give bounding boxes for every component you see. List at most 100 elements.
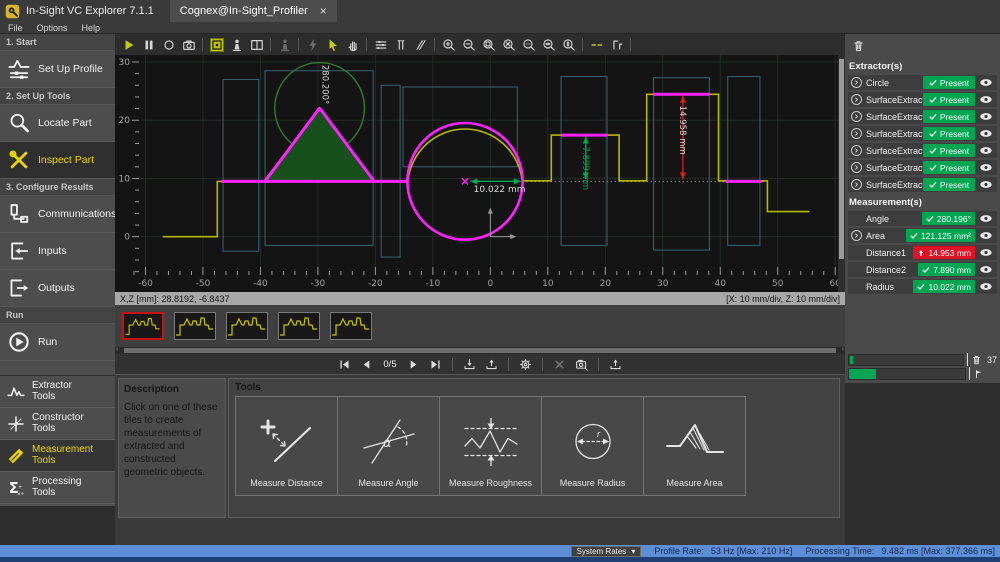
zoom-actual-button[interactable] [519, 36, 538, 54]
graph-levels-button[interactable] [371, 36, 390, 54]
expand-chevron-icon[interactable] [851, 162, 862, 173]
filmstrip-thumbnail[interactable] [278, 312, 320, 340]
filmstrip-scrollbar[interactable]: ‹ › [115, 347, 845, 354]
filmstrip-thumbnail[interactable] [174, 312, 216, 340]
pause-button[interactable] [139, 36, 158, 54]
eye-icon[interactable] [979, 146, 995, 155]
extractor-row[interactable]: SurfaceExtractor2Present [848, 177, 997, 192]
scroll-right-icon[interactable]: › [842, 346, 844, 353]
statue-gray-button[interactable] [275, 36, 294, 54]
document-tab[interactable]: Cognex@In-Sight_Profiler × [170, 0, 337, 22]
gear-button[interactable] [517, 356, 534, 372]
tray-up-button[interactable] [483, 356, 500, 372]
buffer-flag-icon[interactable] [973, 368, 986, 380]
measurement-row[interactable]: Area121.125 mm² [848, 228, 997, 243]
eye-icon[interactable] [979, 265, 995, 274]
buffer-trash-icon[interactable] [971, 354, 984, 366]
zoom-fit-button[interactable] [499, 36, 518, 54]
zoom-out-button[interactable] [459, 36, 478, 54]
tool-tile-measure-area[interactable]: Measure Area [643, 396, 746, 496]
sidebar-item-outputs[interactable]: Outputs [0, 270, 115, 307]
skip-end-button[interactable] [427, 356, 444, 372]
vscroll-thumb[interactable] [839, 59, 844, 259]
palette-item-extractor-tools[interactable]: Extractor Tools [0, 376, 115, 408]
tab-close-icon[interactable]: × [320, 4, 327, 18]
extractor-row[interactable]: SurfaceExtractor_...Present [848, 109, 997, 124]
tool-tile-measure-roughness[interactable]: Measure Roughness [439, 396, 542, 496]
expand-chevron-icon[interactable] [851, 111, 862, 122]
tray-up-button[interactable] [607, 356, 624, 372]
skip-start-button[interactable] [336, 356, 353, 372]
skew-lines-button[interactable] [411, 36, 430, 54]
eye-icon[interactable] [979, 163, 995, 172]
delete-trash-icon[interactable] [849, 38, 867, 56]
expand-chevron-icon[interactable] [851, 230, 862, 241]
eye-icon[interactable] [979, 248, 995, 257]
play-button[interactable] [119, 36, 138, 54]
expand-chevron-icon[interactable] [851, 145, 862, 156]
step-forward-button[interactable] [405, 356, 422, 372]
compare-bars-button[interactable] [391, 36, 410, 54]
select-arrow-button[interactable] [323, 36, 342, 54]
buffer-track-1[interactable] [848, 354, 964, 366]
extractor-row[interactable]: SurfaceExtractor1_...Present [848, 160, 997, 175]
measurement-row[interactable]: Angle280.196° [848, 211, 997, 226]
extractor-row[interactable]: SurfaceExtractorPresent [848, 92, 997, 107]
tray-down-button[interactable] [461, 356, 478, 372]
trigger-button[interactable] [303, 36, 322, 54]
filmstrip-thumbnail[interactable] [330, 312, 372, 340]
expand-chevron-icon[interactable] [851, 94, 862, 105]
expand-chevron-icon[interactable] [851, 77, 862, 88]
sidebar-item-locate-part[interactable]: Locate Part [0, 105, 115, 142]
profile-chart[interactable]: 10.022 mm7.899 mm14.958 mm280.200°-60-50… [115, 55, 845, 292]
zoom-selection-button[interactable] [479, 36, 498, 54]
angle-measure-button[interactable] [607, 36, 626, 54]
record-circle-button[interactable] [159, 36, 178, 54]
live-sensor-button[interactable] [207, 36, 226, 54]
menu-file[interactable]: File [8, 23, 23, 33]
zoom-width-button[interactable] [539, 36, 558, 54]
pan-hand-button[interactable] [343, 36, 362, 54]
measurement-row[interactable]: Distance114.953 mm [848, 245, 997, 260]
statue-button[interactable] [227, 36, 246, 54]
ruler-dashes-button[interactable] [587, 36, 606, 54]
tool-tile-measure-distance[interactable]: Measure Distance [235, 396, 338, 496]
eye-icon[interactable] [979, 282, 995, 291]
sidebar-item-inspect-part[interactable]: Inspect Part [0, 142, 115, 179]
sidebar-item-run[interactable]: Run [0, 324, 115, 361]
eye-icon[interactable] [979, 129, 995, 138]
buffer-track-2[interactable] [848, 368, 966, 380]
eye-icon[interactable] [979, 214, 995, 223]
x-clear-button[interactable] [551, 356, 568, 372]
split-view-button[interactable] [247, 36, 266, 54]
extractor-row[interactable]: SurfaceExtractor1Present [848, 143, 997, 158]
tool-tile-measure-angle[interactable]: αMeasure Angle [337, 396, 440, 496]
zoom-height-button[interactable] [559, 36, 578, 54]
hscroll-thumb[interactable] [124, 348, 836, 353]
measurement-row[interactable]: Radius10.022 mm [848, 279, 997, 294]
eye-icon[interactable] [979, 112, 995, 121]
camera-save-button[interactable] [573, 356, 590, 372]
system-rates-dropdown[interactable]: System Rates ▾ [571, 546, 642, 557]
eye-icon[interactable] [979, 231, 995, 240]
palette-item-measurement-tools[interactable]: Measurement Tools [0, 440, 115, 472]
palette-item-processing-tools[interactable]: Σ+×÷Processing Tools [0, 472, 115, 504]
filmstrip-thumbnail[interactable] [122, 312, 164, 340]
expand-chevron-icon[interactable] [851, 179, 862, 190]
measurement-row[interactable]: Distance27.890 mm [848, 262, 997, 277]
expand-chevron-icon[interactable] [851, 128, 862, 139]
scroll-left-icon[interactable]: ‹ [116, 346, 118, 353]
step-back-button[interactable] [358, 356, 375, 372]
eye-icon[interactable] [979, 95, 995, 104]
filmstrip-thumbnail[interactable] [226, 312, 268, 340]
menu-options[interactable]: Options [37, 23, 68, 33]
extractor-row[interactable]: SurfaceExtractor_...Present [848, 126, 997, 141]
sidebar-item-set-up-profile[interactable]: Set Up Profile [0, 51, 115, 88]
eye-icon[interactable] [979, 180, 995, 189]
extractor-row[interactable]: CirclePresent [848, 75, 997, 90]
menu-help[interactable]: Help [82, 23, 101, 33]
tool-tile-measure-radius[interactable]: rMeasure Radius [541, 396, 644, 496]
palette-item-constructor-tools[interactable]: Constructor Tools [0, 408, 115, 440]
camera-button[interactable] [179, 36, 198, 54]
sidebar-item-communications[interactable]: Communications [0, 196, 115, 233]
